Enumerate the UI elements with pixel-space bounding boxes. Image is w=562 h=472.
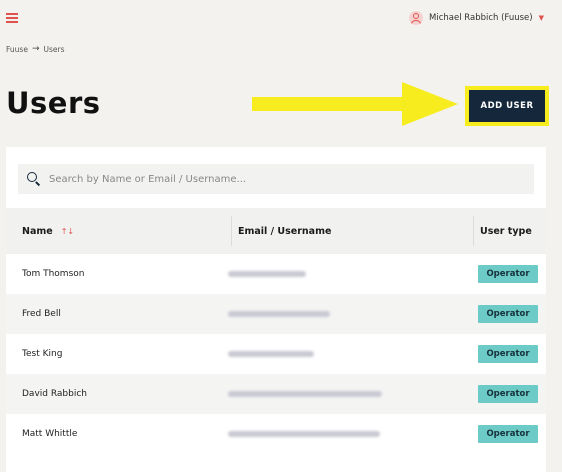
user-menu[interactable]: Michael Rabbich (Fuuse) ▼ xyxy=(409,11,544,25)
column-divider xyxy=(473,216,474,246)
user-name-cell: David Rabbich xyxy=(22,389,87,399)
add-user-button[interactable]: ADD USER xyxy=(469,90,545,122)
add-user-highlight: ADD USER xyxy=(465,86,549,126)
users-card: Name ↑↓ Email / Username User type Tom T… xyxy=(6,147,546,472)
column-header-user-type[interactable]: User type xyxy=(480,208,532,254)
blurred-email-cell xyxy=(228,431,380,437)
user-name: Michael Rabbich (Fuuse) xyxy=(429,13,533,23)
table-row[interactable]: Test King Operator xyxy=(6,334,546,374)
breadcrumb-current: Users xyxy=(43,44,65,54)
search-box[interactable] xyxy=(18,164,534,194)
page-title: Users xyxy=(6,86,101,120)
user-type-badge: Operator xyxy=(478,345,538,363)
search-input[interactable] xyxy=(49,173,509,185)
blurred-email-cell xyxy=(228,311,330,317)
annotation-arrow-icon xyxy=(252,82,458,126)
user-name-cell: Tom Thomson xyxy=(22,269,85,279)
user-type-badge: Operator xyxy=(478,385,538,403)
table-row[interactable]: David Rabbich Operator xyxy=(6,374,546,414)
table-row[interactable]: Matt Whittle Operator xyxy=(6,414,546,454)
blurred-email-cell xyxy=(228,391,382,397)
user-type-badge: Operator xyxy=(478,265,538,283)
blurred-email-cell xyxy=(228,351,314,357)
column-divider xyxy=(231,216,232,246)
table-header: Name ↑↓ Email / Username User type xyxy=(6,208,546,254)
user-avatar-icon xyxy=(409,11,424,25)
caret-down-icon: ▼ xyxy=(538,14,544,22)
breadcrumb-root[interactable]: Fuuse xyxy=(6,45,28,54)
user-type-badge: Operator xyxy=(478,425,538,443)
user-type-badge: Operator xyxy=(478,305,538,323)
users-page: Michael Rabbich (Fuuse) ▼ Fuuse → Users … xyxy=(0,0,562,472)
blurred-email-cell xyxy=(228,271,306,277)
arrow-right-icon: → xyxy=(31,44,40,54)
table-row[interactable]: Fred Bell Operator xyxy=(6,294,546,334)
table-row[interactable]: Tom Thomson Operator xyxy=(6,254,546,294)
breadcrumb: Fuuse → Users xyxy=(6,44,65,54)
hamburger-menu-icon[interactable] xyxy=(6,13,18,23)
column-header-name[interactable]: Name ↑↓ xyxy=(22,208,74,254)
user-name-cell: Fred Bell xyxy=(22,309,61,319)
user-name-cell: Test King xyxy=(22,349,63,359)
search-icon xyxy=(26,171,42,187)
column-header-email[interactable]: Email / Username xyxy=(238,208,331,254)
user-name-cell: Matt Whittle xyxy=(22,429,78,439)
sort-icon[interactable]: ↑↓ xyxy=(61,227,74,236)
